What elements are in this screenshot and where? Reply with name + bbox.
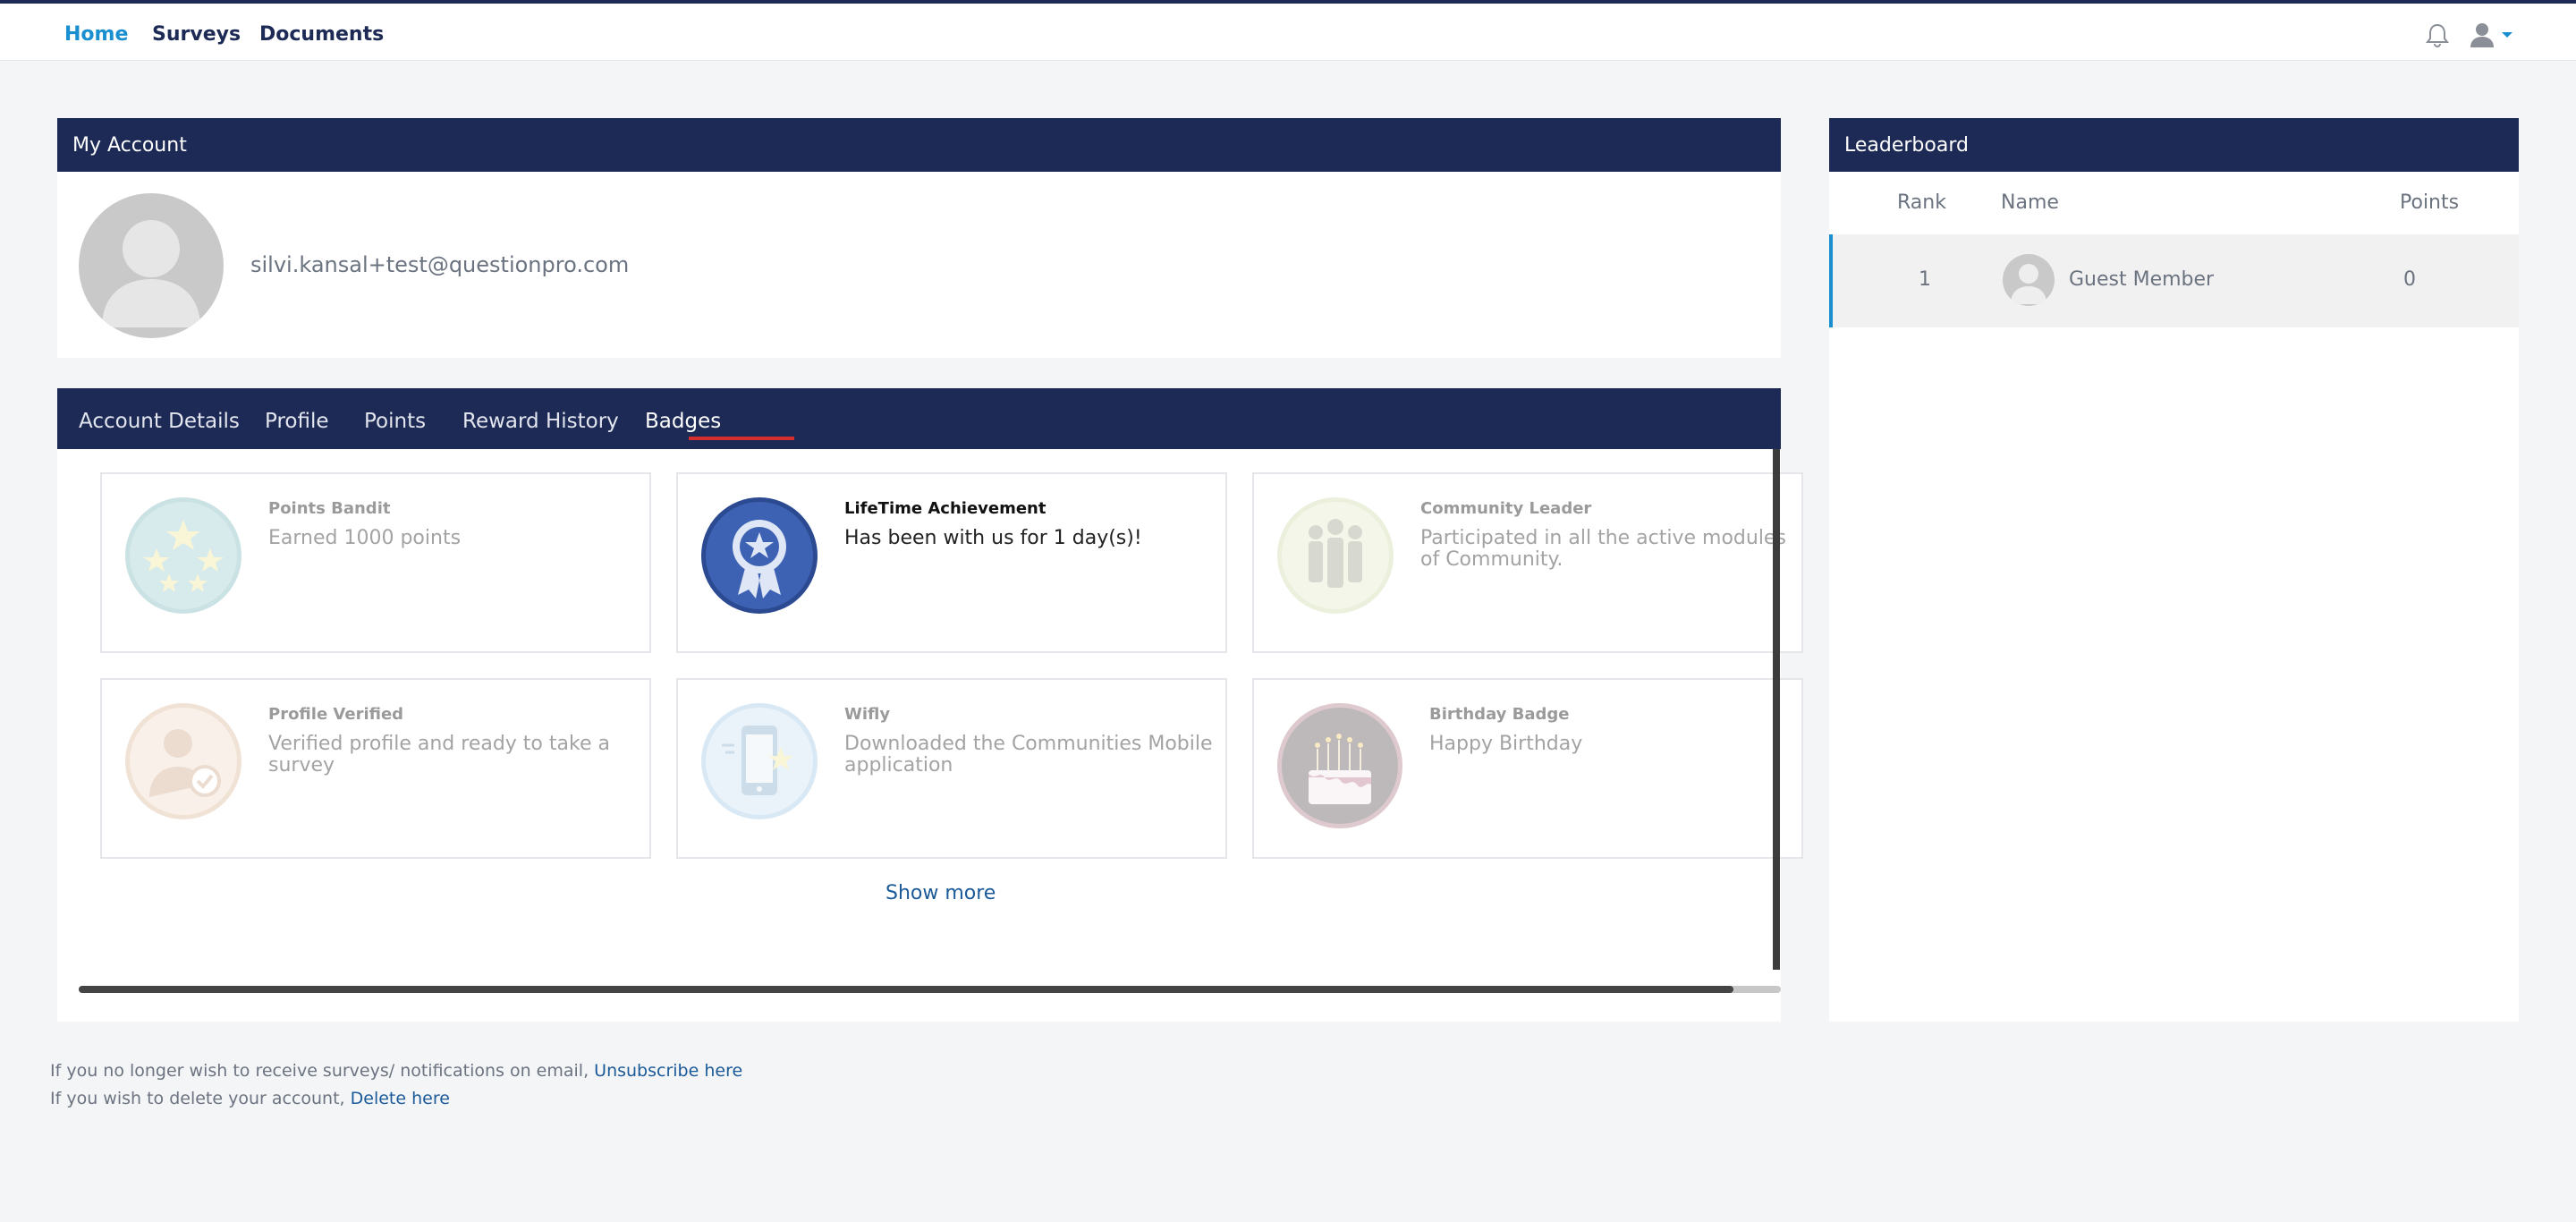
ribbon-medal-icon [701, 497, 818, 614]
tab-points[interactable]: Points [364, 410, 426, 433]
badge-card-lifetime-achievement[interactable]: LifeTime Achievement Has been with us fo… [676, 472, 1227, 653]
badge-description: Verified profile and ready to take a sur… [268, 733, 610, 776]
footer-delete-line: If you wish to delete your account, Dele… [50, 1089, 450, 1108]
verified-user-icon [125, 703, 242, 819]
badge-description: Happy Birthday [1429, 733, 1583, 755]
my-account-header: My Account [57, 118, 1781, 172]
vertical-scrollbar[interactable] [1773, 449, 1780, 970]
badge-card-wifly[interactable]: Wifly Downloaded the Communities Mobile … [676, 678, 1227, 859]
my-account-title: My Account [72, 133, 187, 157]
my-account-card: silvi.kansal+test@questionpro.com [57, 172, 1781, 358]
leaderboard-title: Leaderboard [1844, 133, 1969, 157]
delete-account-link[interactable]: Delete here [351, 1089, 450, 1108]
nav-home-link[interactable]: Home [64, 23, 128, 46]
nav-right-actions [2426, 21, 2513, 48]
mobile-phone-icon [701, 703, 818, 819]
badge-description: Downloaded the Communities Mobile applic… [844, 733, 1213, 776]
birthday-cake-icon [1277, 703, 1402, 828]
badge-description: Has been with us for 1 day(s)! [844, 527, 1142, 549]
bell-icon[interactable] [2426, 22, 2449, 47]
badge-title: Birthday Badge [1429, 705, 1570, 724]
active-tab-indicator [689, 437, 794, 440]
nav-documents-link[interactable]: Documents [259, 23, 384, 46]
badge-card-community-leader[interactable]: Community Leader Participated in all the… [1252, 472, 1803, 653]
tab-badges[interactable]: Badges [645, 410, 721, 433]
row-points: 0 [2403, 268, 2416, 291]
badge-card-birthday[interactable]: Birthday Badge Happy Birthday [1252, 678, 1803, 859]
column-header-rank: Rank [1897, 191, 1946, 214]
leaderboard-table: Rank Name Points 1 Guest Member 0 [1829, 172, 2519, 1022]
row-name: Guest Member [2069, 268, 2215, 291]
badge-title: LifeTime Achievement [844, 499, 1046, 518]
table-row[interactable]: 1 Guest Member 0 [1829, 234, 2519, 327]
row-rank: 1 [1919, 268, 1931, 291]
badge-card-points-bandit[interactable]: Points Bandit Earned 1000 points [100, 472, 651, 653]
tab-account-details[interactable]: Account Details [79, 410, 240, 433]
stars-badge-icon [125, 497, 242, 614]
avatar[interactable] [79, 193, 224, 338]
nav-surveys-link[interactable]: Surveys [152, 23, 241, 46]
column-header-points: Points [2400, 191, 2460, 214]
account-tabs: Account Details Profile Points Reward Hi… [57, 388, 1781, 449]
badge-description: Earned 1000 points [268, 527, 462, 549]
footer-unsubscribe-line: If you no longer wish to receive surveys… [50, 1061, 742, 1081]
badges-panel: Points Bandit Earned 1000 points LifeTim… [57, 449, 1803, 1022]
badge-title: Community Leader [1420, 499, 1592, 518]
account-email: silvi.kansal+test@questionpro.com [250, 252, 630, 277]
tab-reward-history[interactable]: Reward History [462, 410, 619, 433]
user-menu-icon[interactable] [2469, 21, 2513, 48]
column-header-name: Name [2001, 191, 2059, 214]
badge-title: Wifly [844, 705, 891, 724]
unsubscribe-link[interactable]: Unsubscribe here [594, 1061, 742, 1081]
show-more-link[interactable]: Show more [886, 882, 996, 904]
horizontal-scrollbar-thumb[interactable] [79, 986, 1733, 993]
badge-card-profile-verified[interactable]: Profile Verified Verified profile and re… [100, 678, 651, 859]
footer-unsubscribe-text: If you no longer wish to receive surveys… [50, 1061, 589, 1081]
people-group-icon [1277, 497, 1394, 614]
badge-title: Profile Verified [268, 705, 404, 724]
avatar [2003, 254, 2055, 306]
tab-profile[interactable]: Profile [265, 410, 329, 433]
badge-description: Participated in all the active modules o… [1420, 527, 1786, 571]
badge-title: Points Bandit [268, 499, 391, 518]
top-navigation: Home Surveys Documents [0, 4, 2576, 61]
leaderboard-header: Leaderboard [1829, 118, 2519, 172]
footer-delete-text: If you wish to delete your account, [50, 1089, 345, 1108]
chevron-down-icon [2502, 32, 2512, 38]
